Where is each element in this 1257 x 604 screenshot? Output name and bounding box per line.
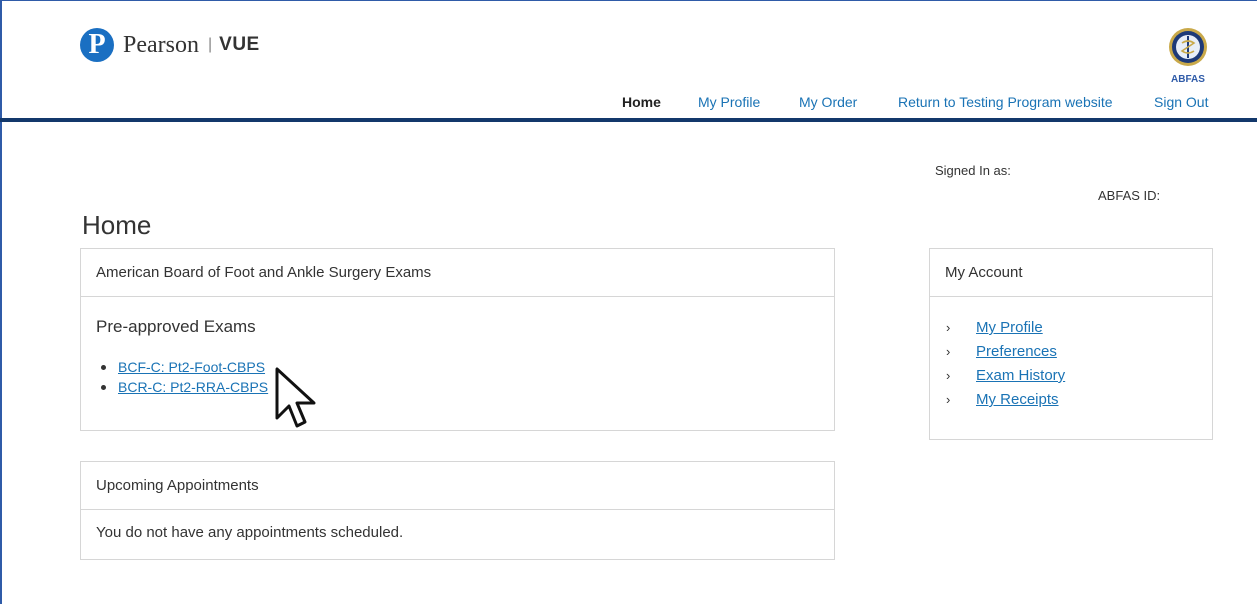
nav-my-profile[interactable]: My Profile <box>698 94 760 110</box>
account-link-item: › Exam History <box>946 364 1065 388</box>
account-link-item: › My Receipts <box>946 388 1065 412</box>
nav-return-to-testing-program[interactable]: Return to Testing Program website <box>898 94 1113 110</box>
appointments-panel: Upcoming Appointments You do not have an… <box>80 461 835 560</box>
list-item: BCR-C: Pt2-RRA-CBPS <box>100 377 268 397</box>
no-appointments-message: You do not have any appointments schedul… <box>96 524 404 541</box>
exams-panel: American Board of Foot and Ankle Surgery… <box>80 248 835 431</box>
brand-name: Pearson <box>123 31 199 58</box>
chevron-right-icon: › <box>946 344 951 359</box>
abfas-logo: ABFAS <box>1165 27 1211 85</box>
account-link-item: › Preferences <box>946 340 1065 364</box>
account-link-preferences[interactable]: Preferences <box>976 340 1057 364</box>
exam-list: BCF-C: Pt2-Foot-CBPS BCR-C: Pt2-RRA-CBPS <box>100 357 268 397</box>
nav-sign-out[interactable]: Sign Out <box>1154 94 1208 110</box>
account-link-item: › My Profile <box>946 316 1065 340</box>
pearson-vue-logo[interactable]: P Pearson | VUE <box>80 28 260 62</box>
pearson-logo-icon: P <box>80 28 114 62</box>
abfas-seal-icon <box>1169 28 1207 66</box>
abfas-logo-label: ABFAS <box>1171 74 1205 85</box>
chevron-right-icon: › <box>946 320 951 335</box>
list-item: BCF-C: Pt2-Foot-CBPS <box>100 357 268 377</box>
page-title: Home <box>82 210 152 240</box>
brand-product: VUE <box>219 34 260 55</box>
exam-link-bcf-c[interactable]: BCF-C: Pt2-Foot-CBPS <box>118 359 265 375</box>
exams-panel-header: American Board of Foot and Ankle Surgery… <box>81 249 834 297</box>
account-links: › My Profile › Preferences › Exam History ›… <box>946 316 1065 412</box>
account-link-my-profile[interactable]: My Profile <box>976 316 1043 340</box>
header-rule <box>0 118 1257 122</box>
abfas-id-label: ABFAS ID: <box>1098 188 1161 203</box>
site-header: P Pearson | VUE ABFAS Home My Profile My… <box>0 0 1257 122</box>
exam-link-bcr-c[interactable]: BCR-C: Pt2-RRA-CBPS <box>118 379 268 395</box>
account-link-my-receipts[interactable]: My Receipts <box>976 388 1059 412</box>
appointments-panel-header: Upcoming Appointments <box>81 462 834 510</box>
chevron-right-icon: › <box>946 392 951 407</box>
signed-in-label: Signed In as: <box>935 163 1011 178</box>
nav-my-order[interactable]: My Order <box>799 94 857 110</box>
chevron-right-icon: › <box>946 368 951 383</box>
pre-approved-exams-title: Pre-approved Exams <box>96 317 256 336</box>
mouse-pointer-icon <box>275 367 316 428</box>
brand-separator: | <box>207 36 213 53</box>
my-account-panel-header: My Account <box>930 249 1212 297</box>
my-account-panel: My Account › My Profile › Preferences › Exa… <box>929 248 1213 440</box>
nav-home[interactable]: Home <box>622 94 661 110</box>
account-link-exam-history[interactable]: Exam History <box>976 364 1065 388</box>
